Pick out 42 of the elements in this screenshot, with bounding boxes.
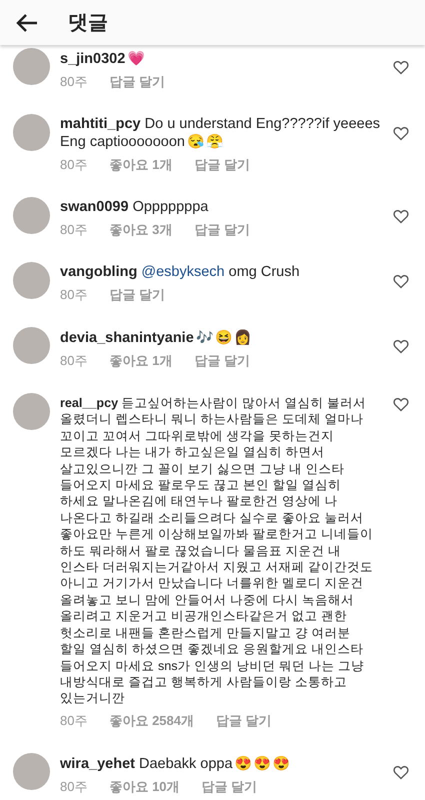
- comment-text: real__pcy 듣고싶어하는사람이 많아서 열심히 불러서 올렸더니 렙스타니 뭐니 하는사람들은 도데체 얼마나 꼬이고 꼬여서 그따위로밖에 생각을 못하는건지 모르겠다 나는 내가 하고싶은일 열심히 하면서 살고있으니깐 그 꼴이 보기 싫으면 그냥 내 인스타 들어오지 마세요 팔로우도 끊고 본인 할일 열심히 하세요 말나온김에 태연누나 팔로한건 영상에 나 나온다고 하길래 소리들으려다 실수로 좋아요 눌러서 좋아요만 누른게 이상해보일까봐 팔로한거고 니네들이 하도 뭐라해서 팔로 끊었습니다 물음표 지운건 내 인스타 더러워지는거같아서 지웠고 서재페 같이간것도 아니고 거기가서 만났습니다 너를위한 멜로디 지운건 올려놓고 보니 맘에 안들어서 나중에 다시 녹음해서 올리려고 지운거고 비공개인스타같은거 없고 괜한 헛소리로 내팬들 혼란스럽게 만들지말고 걍 여러분 할일 열심히 하셨으면 좋겠네요 응원할게요 내인스타 들어오지 마세요 sns가 인생의 낭비던 뭐던 나는 그냥 내방식대로 즐겁고 행복하게 사람들이랑 소통하고 있는거니깐: [60, 395, 374, 707]
- comment-age: 80주: [60, 73, 88, 90]
- likes-count[interactable]: 좋아요 2584개: [109, 712, 194, 729]
- comment-text: vangobling @esbyksech omg Crush: [60, 264, 301, 281]
- comment-age: 80주: [60, 221, 88, 238]
- heart-icon: [393, 126, 409, 141]
- reply-link[interactable]: 답글 달기: [109, 286, 166, 303]
- comment-text: devia_shanintyanie🎶😆👩: [60, 329, 252, 347]
- comment-age: 80주: [60, 156, 88, 173]
- likes-count[interactable]: 좋아요 3개: [109, 221, 172, 238]
- comment-age: 80주: [60, 778, 88, 795]
- reply-link[interactable]: 답글 달기: [109, 73, 166, 90]
- like-button[interactable]: [393, 209, 411, 224]
- reply-link[interactable]: 답글 달기: [194, 156, 250, 173]
- like-button[interactable]: [393, 339, 411, 354]
- likes-count[interactable]: 좋아요 1개: [109, 156, 172, 173]
- heart-icon: [393, 209, 409, 224]
- like-button[interactable]: [393, 126, 411, 141]
- likes-count[interactable]: 좋아요 1개: [109, 352, 172, 369]
- heart-icon: [393, 274, 409, 289]
- comment-age: 80주: [60, 352, 88, 369]
- back-arrow-icon: [16, 12, 38, 32]
- comment-text: s_jin0302💗: [60, 50, 146, 68]
- comment-text: wira_yehet Daebakk oppa😍😍😍: [60, 754, 291, 773]
- reply-link[interactable]: 답글 달기: [216, 712, 272, 729]
- heart-icon: [393, 339, 409, 354]
- like-button[interactable]: [393, 274, 411, 289]
- like-button[interactable]: [393, 764, 411, 780]
- page-title: 댓글: [68, 11, 108, 36]
- comment-text: swan0099 Opppppppa: [60, 199, 210, 216]
- comment-age: 80주: [60, 712, 88, 729]
- heart-icon: [393, 764, 409, 780]
- heart-icon: [393, 60, 409, 75]
- like-button[interactable]: [393, 60, 411, 75]
- comment-age: 80주: [60, 286, 88, 303]
- comment-text: mahtiti_pcy Do u understand Eng?????if yeeees Eng captiooooooon😪😤: [60, 116, 382, 151]
- reply-link[interactable]: 답글 달기: [194, 352, 250, 369]
- reply-link[interactable]: 답글 달기: [194, 221, 250, 238]
- heart-icon: [393, 397, 409, 412]
- reply-link[interactable]: 답글 달기: [202, 778, 258, 795]
- likes-count[interactable]: 좋아요 10개: [109, 778, 180, 795]
- like-button[interactable]: [393, 397, 411, 412]
